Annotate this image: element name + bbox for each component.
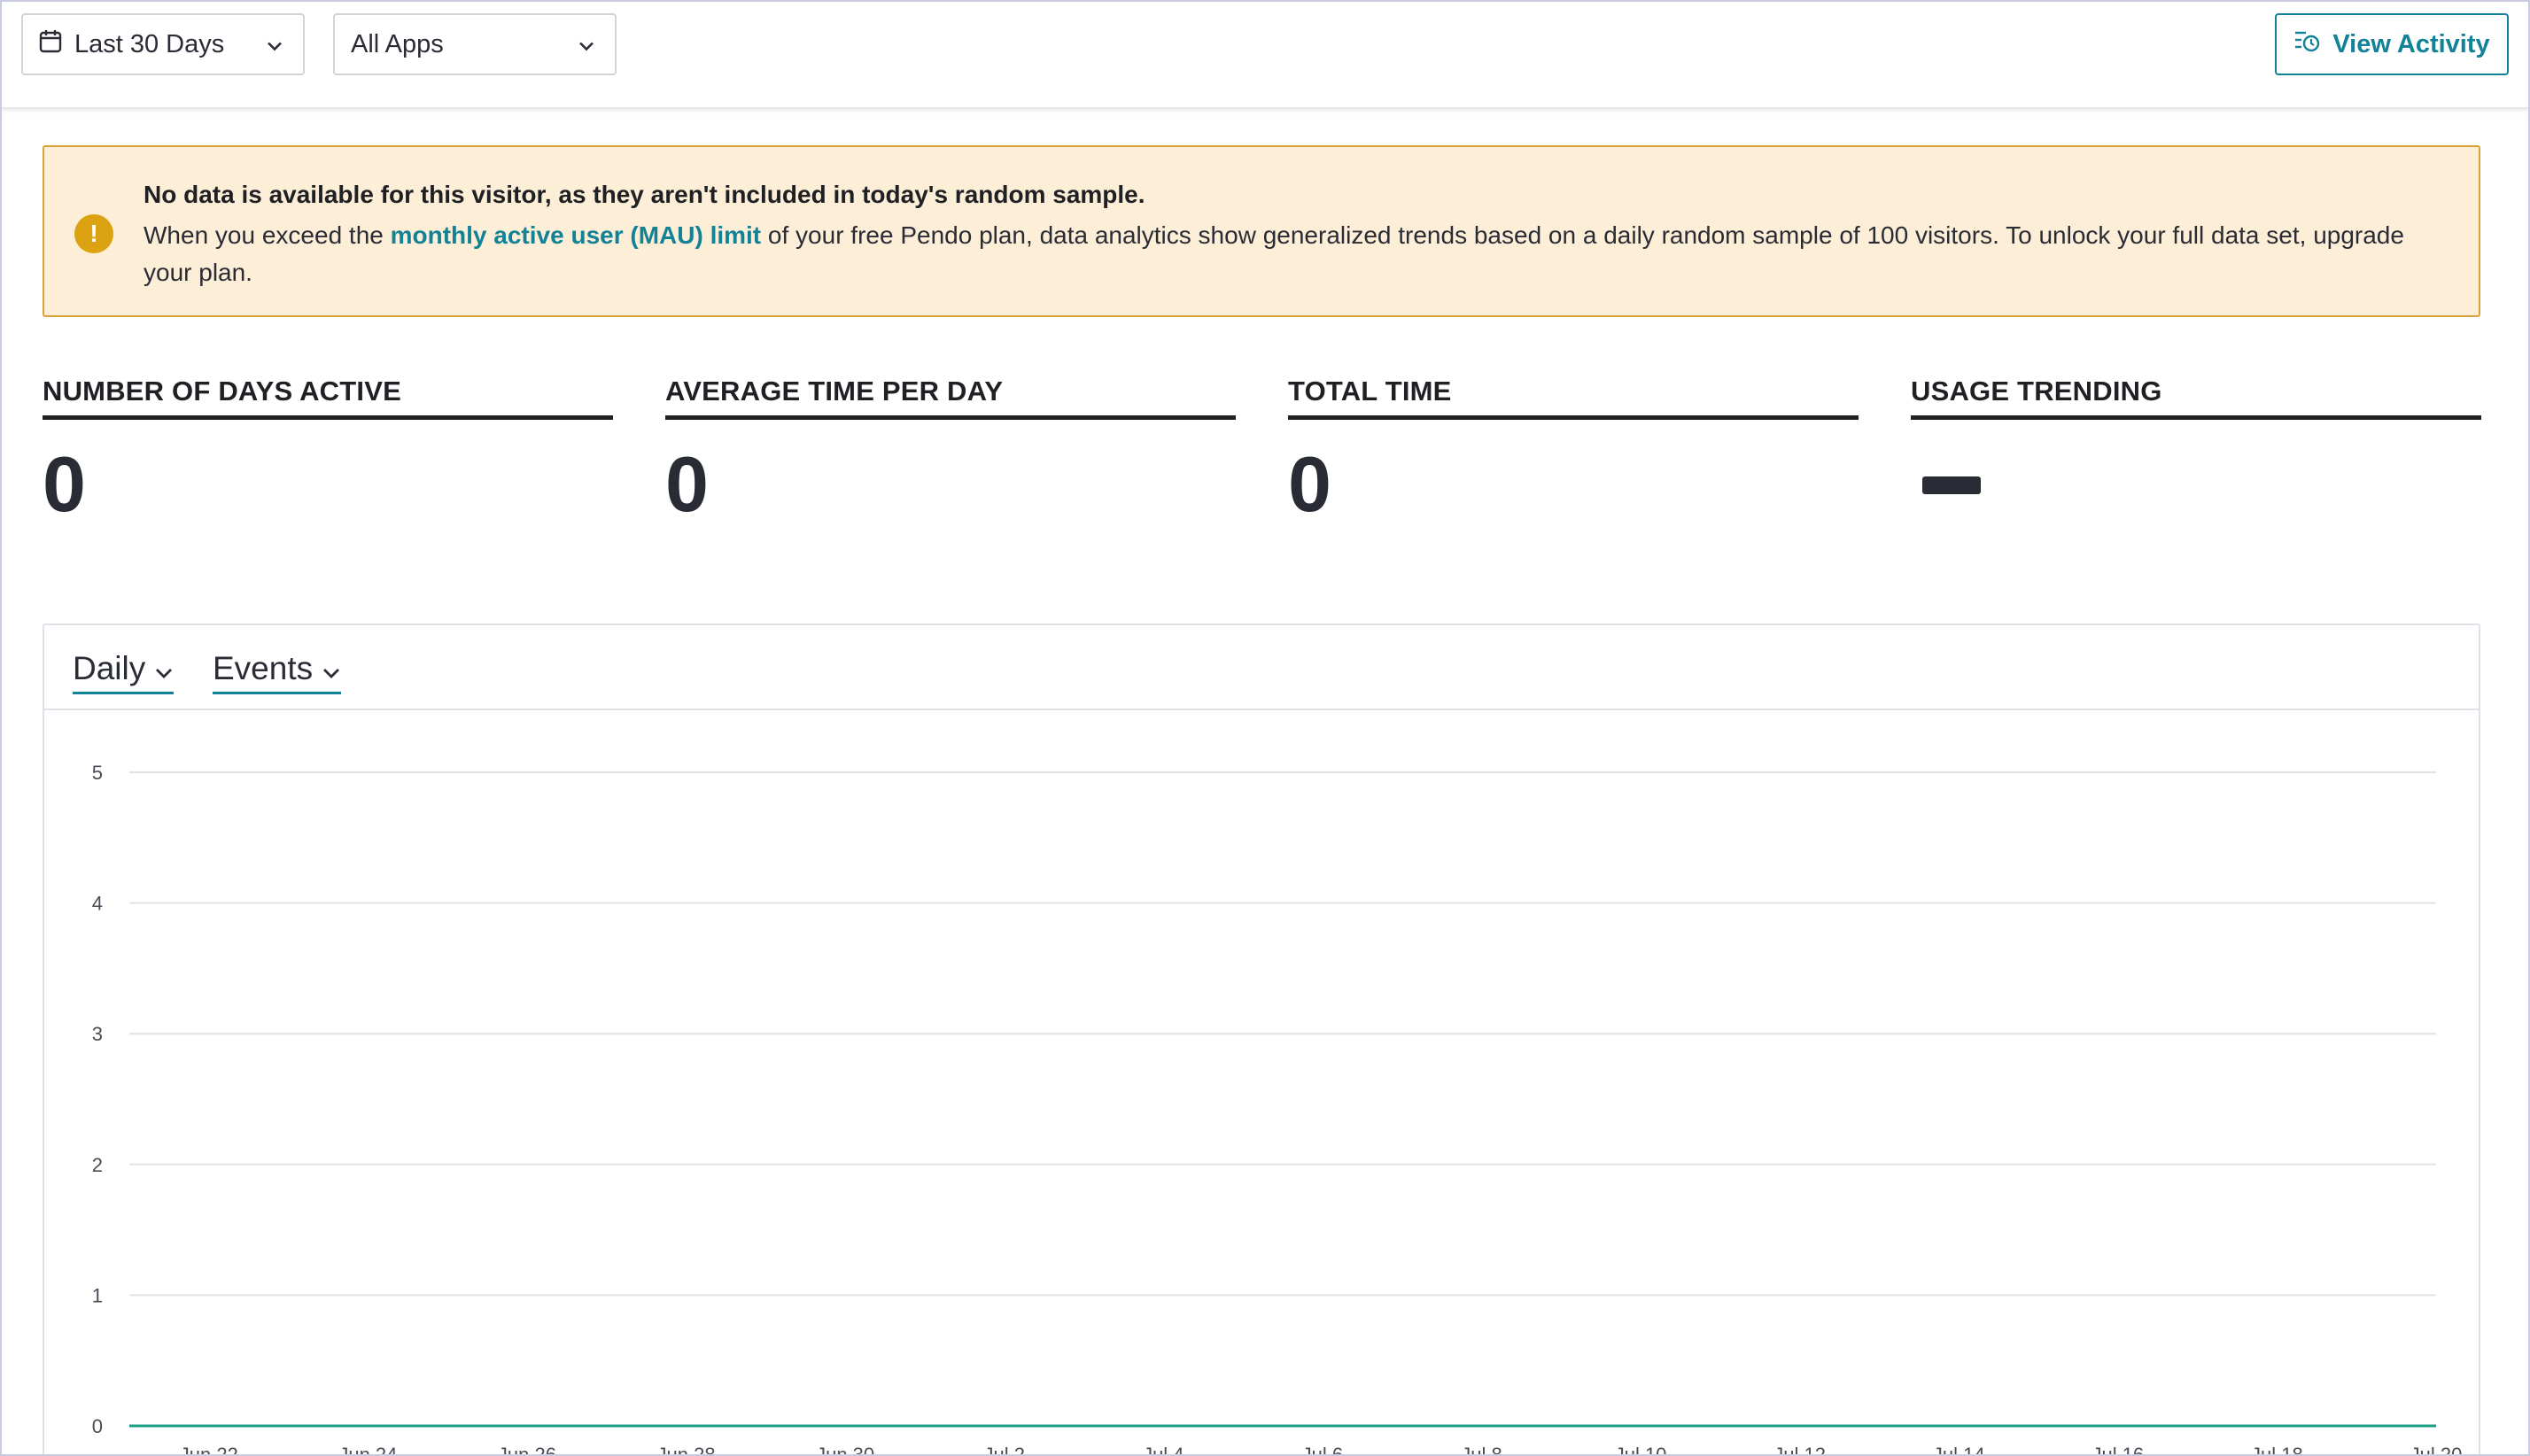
view-activity-button[interactable]: View Activity [2275, 13, 2509, 75]
events-line-chart: 0 1 2 3 4 5 Jun 22 Jun 24 Jun 26 Jun 28 Jun 30 Jul … [92, 762, 2463, 1456]
y-tick-label: 5 [92, 762, 103, 784]
metric-total-time: TOTAL TIME 0 [1288, 376, 1859, 530]
x-tick-label: Jul 10 [1615, 1444, 1667, 1456]
metric-value: 0 [43, 440, 86, 528]
calendar-icon [39, 28, 62, 60]
banner-title: No data is available for this visitor, a… [144, 181, 1145, 208]
metric-average-time: AVERAGE TIME PER DAY 0 [665, 376, 1236, 530]
date-range-label: Last 30 Days [74, 29, 225, 58]
x-tick-label: Jun 28 [657, 1444, 716, 1456]
activity-clock-icon [2293, 28, 2320, 60]
x-tick-label: Jul 12 [1773, 1444, 1826, 1456]
chevron-down-icon [266, 30, 283, 59]
date-range-dropdown[interactable]: Last 30 Days [21, 13, 305, 75]
chevron-down-icon [578, 30, 595, 59]
banner-body-prefix: When you exceed the [144, 221, 391, 249]
interval-selector[interactable]: Daily [73, 648, 175, 694]
view-activity-label: View Activity [2332, 29, 2490, 58]
metric-value: 0 [665, 440, 709, 528]
activity-chart-card: Daily Events 0 1 2 3 4 5 Jun 22 Jun 24 Jun 26 Jun… [43, 623, 2480, 1456]
chart-header: Daily Events [44, 625, 2479, 710]
x-tick-label: Jul 4 [1143, 1444, 1184, 1456]
metric-selector[interactable]: Events [213, 648, 342, 694]
interval-label: Daily [73, 649, 146, 686]
chevron-down-icon [154, 650, 174, 687]
metric-label: USAGE TRENDING [1911, 376, 2481, 420]
y-tick-label: 4 [92, 893, 103, 915]
toolbar: Last 30 Days All Apps View Activity [0, 0, 2530, 108]
x-tick-label: Jul 20 [2410, 1444, 2463, 1456]
x-tick-label: Jun 22 [180, 1444, 238, 1456]
apps-filter-dropdown[interactable]: All Apps [333, 13, 617, 75]
y-tick-label: 2 [92, 1154, 103, 1176]
chevron-down-icon [322, 650, 341, 687]
metric-label: NUMBER OF DAYS ACTIVE [43, 376, 613, 420]
x-tick-label: Jul 2 [983, 1444, 1024, 1456]
apps-filter-label: All Apps [351, 29, 444, 58]
trend-neutral-dash [1922, 476, 1981, 494]
y-tick-label: 0 [92, 1415, 103, 1437]
x-tick-label: Jun 24 [338, 1444, 397, 1456]
x-tick-label: Jun 26 [498, 1444, 556, 1456]
x-tick-label: Jul 18 [2251, 1444, 2303, 1456]
metric-usage-trending: USAGE TRENDING [1911, 376, 2481, 420]
x-tick-label: Jul 6 [1302, 1444, 1343, 1456]
x-tick-label: Jun 30 [816, 1444, 874, 1456]
x-tick-label: Jul 14 [1933, 1444, 1985, 1456]
mau-limit-link[interactable]: monthly active user (MAU) limit [391, 221, 762, 249]
banner-body: When you exceed the monthly active user … [144, 217, 2447, 291]
warning-icon: ! [74, 214, 113, 253]
metric-label: TOTAL TIME [1288, 376, 1859, 420]
y-tick-label: 1 [92, 1284, 103, 1306]
x-tick-label: Jul 8 [1461, 1444, 1502, 1456]
metric-days-active: NUMBER OF DAYS ACTIVE 0 [43, 376, 613, 530]
sample-warning-banner: ! No data is available for this visitor,… [43, 145, 2480, 317]
metric-label: AVERAGE TIME PER DAY [665, 376, 1236, 420]
x-tick-label: Jul 16 [2092, 1444, 2144, 1456]
y-tick-label: 3 [92, 1023, 103, 1045]
metric-value: 0 [1288, 440, 1331, 528]
metric-selector-label: Events [213, 649, 314, 686]
